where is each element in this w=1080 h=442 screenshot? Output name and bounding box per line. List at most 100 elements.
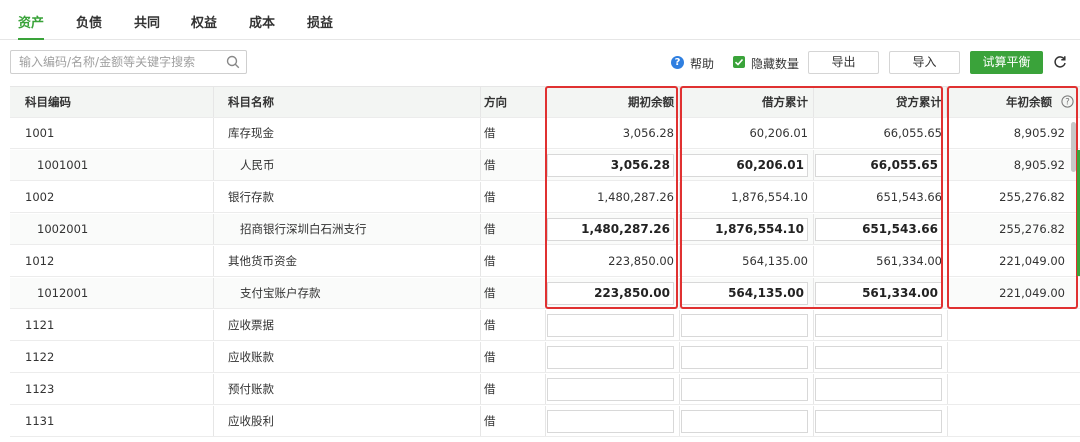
- question-circle-icon[interactable]: ?: [1061, 95, 1074, 108]
- tab-assets[interactable]: 资产: [18, 12, 45, 40]
- tab-liabilities[interactable]: 负债: [76, 12, 102, 40]
- year-start-balance-value: 255,276.82: [999, 222, 1065, 236]
- header-direction: 方向: [484, 95, 507, 109]
- search-icon[interactable]: [226, 55, 240, 69]
- table-row: 1123 预付账款 借: [10, 374, 1080, 405]
- table-row: 1131 应收股利 借: [10, 406, 1080, 437]
- table-row: 1001001 人民币 借 3,056.28 60,206.01 66,055.65 8,9…: [10, 150, 1080, 181]
- account-name: 银行存款: [228, 190, 274, 204]
- search-box: [10, 50, 247, 74]
- table-row: 1012001 支付宝账户存款 借 223,850.00 564,135.00 561,3…: [10, 278, 1080, 309]
- hide-quantity-checkbox[interactable]: [733, 56, 745, 68]
- credit-total-value: 651,543.66: [862, 222, 938, 236]
- account-name: 支付宝账户存款: [240, 286, 321, 300]
- account-code: 1012: [25, 254, 55, 268]
- help-link[interactable]: 帮助: [690, 55, 714, 72]
- year-start-balance-value: 255,276.82: [999, 190, 1065, 204]
- account-direction: 借: [484, 382, 496, 396]
- account-code: 1001001: [37, 158, 89, 172]
- opening-balance-value: 223,850.00: [594, 286, 670, 300]
- opening-balance-value: 3,056.28: [622, 126, 674, 140]
- table-row: 1001 库存现金 借 3,056.28 60,206.01 66,055.65 8,905…: [10, 118, 1080, 149]
- account-name: 应收股利: [228, 414, 274, 428]
- account-direction: 借: [484, 222, 496, 236]
- credit-total-value: 66,055.65: [883, 126, 942, 140]
- year-start-balance-value: [947, 310, 1069, 340]
- tab-cost[interactable]: 成本: [249, 12, 275, 40]
- opening-balance-value: [546, 374, 678, 404]
- opening-balance-value: 1,480,287.26: [581, 222, 670, 236]
- year-start-balance-value: [947, 342, 1069, 372]
- debit-total-value: 60,206.01: [736, 158, 804, 172]
- search-input[interactable]: [11, 51, 221, 73]
- header-debit-total: 借方累计: [762, 95, 808, 109]
- account-direction: 借: [484, 126, 496, 140]
- debit-total-value: 1,876,554.10: [715, 222, 804, 236]
- tab-profit-loss[interactable]: 损益: [307, 12, 333, 40]
- account-code: 1131: [25, 414, 55, 428]
- trial-balance-button[interactable]: 试算平衡: [970, 51, 1043, 74]
- refresh-icon[interactable]: [1052, 54, 1068, 70]
- opening-balance-value: 1,480,287.26: [597, 190, 674, 204]
- hide-quantity-label[interactable]: 隐藏数量: [751, 55, 799, 72]
- credit-total-value: [814, 406, 946, 436]
- account-code: 1002: [25, 190, 55, 204]
- opening-balance-value: [546, 310, 678, 340]
- export-button[interactable]: 导出: [808, 51, 879, 74]
- header-code: 科目编码: [25, 95, 71, 109]
- account-direction: 借: [484, 350, 496, 364]
- credit-total-value: [814, 342, 946, 372]
- credit-total-value: 651,543.66: [876, 190, 942, 204]
- account-direction: 借: [484, 286, 496, 300]
- svg-text:?: ?: [1065, 98, 1070, 108]
- tab-common[interactable]: 共同: [134, 12, 160, 40]
- header-credit-total: 贷方累计: [896, 95, 942, 109]
- header-year-start-balance: 年初余额: [1006, 95, 1052, 109]
- debit-total-value: 60,206.01: [749, 126, 808, 140]
- table-header: 科目编码 科目名称 方向 期初余额 借方累计 贷方累计 年初余额 ?: [10, 86, 1080, 118]
- debit-total-value: [680, 374, 812, 404]
- account-name: 库存现金: [228, 126, 274, 140]
- credit-total-value: [814, 374, 946, 404]
- debit-total-value: [680, 406, 812, 436]
- debit-total-value: 564,135.00: [728, 286, 804, 300]
- account-code: 1123: [25, 382, 55, 396]
- year-start-balance-value: [947, 374, 1069, 404]
- account-name: 预付账款: [228, 382, 274, 396]
- account-name: 其他货币资金: [228, 254, 297, 268]
- account-code: 1121: [25, 318, 55, 332]
- account-code: 1122: [25, 350, 55, 364]
- tab-equity[interactable]: 权益: [191, 12, 217, 40]
- credit-total-value: 66,055.65: [870, 158, 938, 172]
- opening-balance-value: 3,056.28: [610, 158, 670, 172]
- header-opening-balance: 期初余额: [628, 95, 674, 109]
- table-row: 1121 应收票据 借: [10, 310, 1080, 341]
- credit-total-value: 561,334.00: [876, 254, 942, 268]
- year-start-balance-value: 221,049.00: [999, 286, 1065, 300]
- debit-total-value: 564,135.00: [742, 254, 808, 268]
- account-type-tabs: 资产 负债 共同 权益 成本 损益: [0, 0, 1080, 40]
- table-row: 1002001 招商银行深圳白石洲支行 借 1,480,287.26 1,876,554…: [10, 214, 1080, 245]
- account-name: 应收账款: [228, 350, 274, 364]
- table-row: 1002 银行存款 借 1,480,287.26 1,876,554.10 651,543…: [10, 182, 1080, 213]
- account-code: 1001: [25, 126, 55, 140]
- account-code: 1002001: [37, 222, 89, 236]
- account-direction: 借: [484, 158, 496, 172]
- opening-balance-value: [546, 406, 678, 436]
- year-start-balance-value: 8,905.92: [1013, 158, 1065, 172]
- debit-total-value: [680, 342, 812, 372]
- account-name: 应收票据: [228, 318, 274, 332]
- account-direction: 借: [484, 190, 496, 204]
- debit-total-value: [680, 310, 812, 340]
- help-icon[interactable]: ?: [671, 56, 684, 69]
- year-start-balance-value: [947, 406, 1069, 436]
- opening-balance-value: [546, 342, 678, 372]
- year-start-balance-value: 221,049.00: [999, 254, 1065, 268]
- table-scrollbar[interactable]: [1071, 122, 1076, 172]
- table-row: 1012 其他货币资金 借 223,850.00 564,135.00 561,334.0…: [10, 246, 1080, 277]
- import-button[interactable]: 导入: [889, 51, 960, 74]
- account-name: 人民币: [240, 158, 275, 172]
- opening-balance-value: 223,850.00: [608, 254, 674, 268]
- account-direction: 借: [484, 254, 496, 268]
- debit-total-value: 1,876,554.10: [731, 190, 808, 204]
